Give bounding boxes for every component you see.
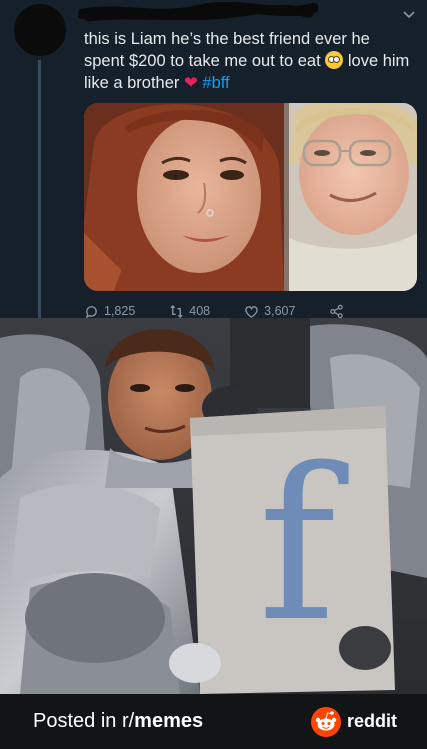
tweet-photo[interactable] [84,103,417,291]
rolling-eyes-emoji-icon [325,51,344,69]
subreddit-name: memes [134,710,204,732]
reddit-footer: Posted in r/memes reddit [0,694,427,749]
tweet-card: this is Liam he’s the best friend ever h… [0,0,427,318]
reply-count: 1,825 [104,304,136,318]
share-icon [330,304,344,318]
reddit-wordmark: reddit [346,711,397,731]
reply-button[interactable]: 1,825 [84,304,135,319]
sign-letter-f: f [258,423,349,668]
redacted-username-scribble [78,2,318,22]
retweet-count: 408 [189,304,211,318]
share-button[interactable] [329,304,344,319]
reddit-logo-icon [310,706,341,737]
avatar[interactable] [14,4,66,56]
hashtag-link[interactable]: #bff [202,74,229,92]
red-heart-emoji-icon: ❤ [183,74,198,92]
reply-icon [85,305,97,318]
reddit-brand[interactable]: reddit [310,706,397,737]
posted-prefix: Posted in r/ [33,710,135,732]
retweet-button[interactable]: 408 [169,304,210,319]
thread-line [38,60,41,318]
tweet-text: this is Liam he’s the best friend ever h… [84,28,414,94]
meme-image: f [0,318,427,694]
like-count: 3,607 [264,304,296,318]
heart-outline-icon [245,305,258,318]
like-button[interactable]: 3,607 [244,304,295,319]
posted-in-label[interactable]: Posted in r/memes [33,710,203,733]
retweet-icon [170,304,183,318]
chevron-down-icon[interactable] [402,8,416,22]
